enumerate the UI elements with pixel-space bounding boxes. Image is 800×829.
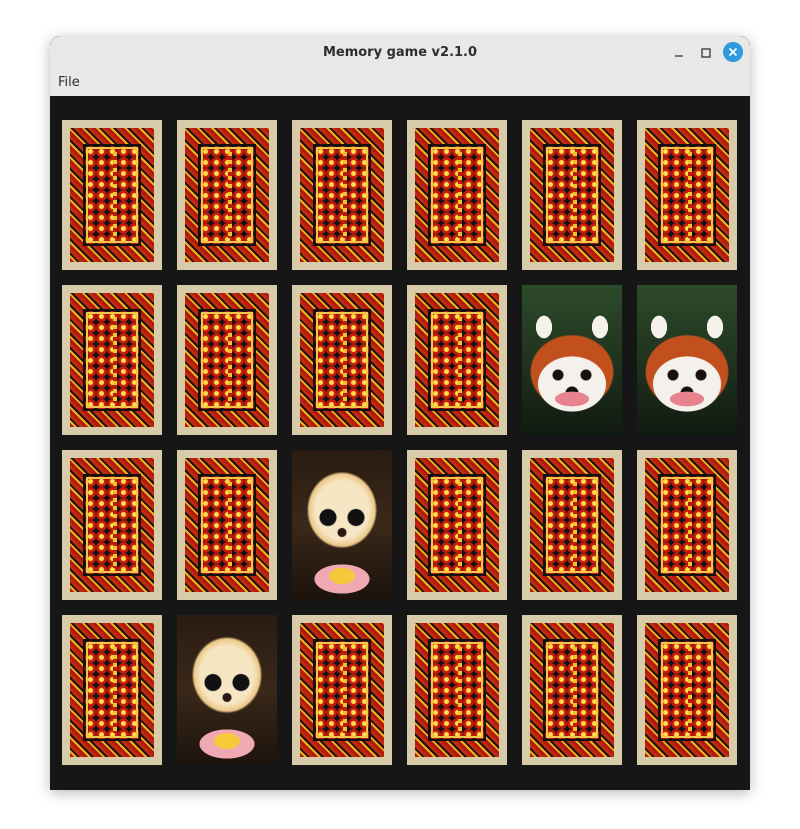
card-face-down[interactable]	[177, 285, 277, 435]
card-back-pattern	[300, 623, 384, 757]
card-back-pattern	[415, 623, 499, 757]
card-back-pattern	[300, 128, 384, 262]
card-face-down[interactable]	[407, 120, 507, 270]
card-back-pattern	[300, 293, 384, 427]
game-window: Memory game v2.1.0 File	[50, 36, 750, 790]
menu-file[interactable]: File	[58, 69, 80, 96]
card-face-up-dog[interactable]	[177, 615, 277, 765]
card-face-down[interactable]	[637, 615, 737, 765]
card-back-pattern	[415, 128, 499, 262]
card-face-down[interactable]	[62, 615, 162, 765]
window-title: Memory game v2.1.0	[322, 45, 478, 60]
card-back-pattern	[185, 458, 269, 592]
card-face-down[interactable]	[637, 120, 737, 270]
card-face-down[interactable]	[62, 285, 162, 435]
card-back-pattern	[530, 128, 614, 262]
card-back-pattern	[70, 293, 154, 427]
card-face-down[interactable]	[62, 450, 162, 600]
card-face-up-dog[interactable]	[292, 450, 392, 600]
card-back-pattern	[185, 128, 269, 262]
title-bar[interactable]: Memory game v2.1.0	[50, 36, 750, 69]
card-back-pattern	[70, 128, 154, 262]
card-back-pattern	[415, 458, 499, 592]
card-face-down[interactable]	[292, 285, 392, 435]
card-face-down[interactable]	[292, 615, 392, 765]
card-face-down[interactable]	[177, 120, 277, 270]
maximize-icon[interactable]	[697, 44, 715, 62]
card-face-down[interactable]	[62, 120, 162, 270]
card-face-down[interactable]	[522, 120, 622, 270]
card-face-down[interactable]	[637, 450, 737, 600]
card-face-down[interactable]	[177, 450, 277, 600]
card-back-pattern	[645, 458, 729, 592]
card-face-down[interactable]	[407, 615, 507, 765]
menu-bar: File	[50, 69, 750, 96]
card-face-up-red-panda[interactable]	[522, 285, 622, 435]
card-face-down[interactable]	[522, 615, 622, 765]
card-back-pattern	[530, 623, 614, 757]
card-back-pattern	[70, 623, 154, 757]
card-back-pattern	[645, 128, 729, 262]
card-back-pattern	[530, 458, 614, 592]
card-back-pattern	[645, 623, 729, 757]
minimize-icon[interactable]	[670, 44, 688, 62]
card-back-pattern	[415, 293, 499, 427]
card-board	[50, 96, 750, 790]
card-face-down[interactable]	[292, 120, 392, 270]
card-back-pattern	[70, 458, 154, 592]
card-back-pattern	[185, 293, 269, 427]
card-face-down[interactable]	[522, 450, 622, 600]
card-face-down[interactable]	[407, 285, 507, 435]
card-face-up-red-panda[interactable]	[637, 285, 737, 435]
card-face-down[interactable]	[407, 450, 507, 600]
close-icon[interactable]	[723, 42, 743, 62]
